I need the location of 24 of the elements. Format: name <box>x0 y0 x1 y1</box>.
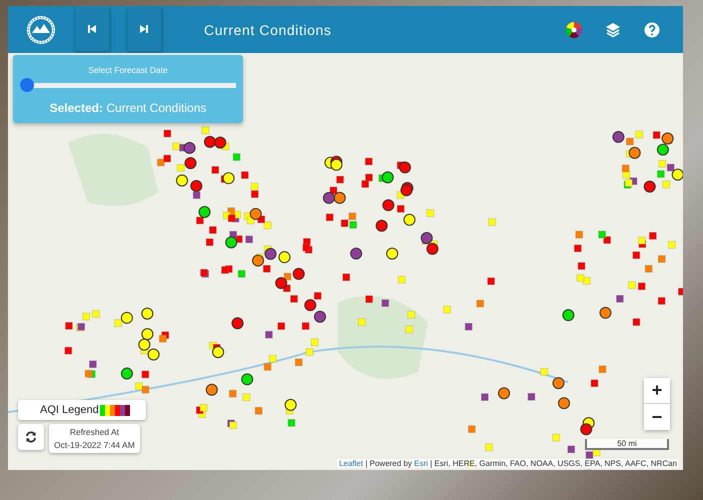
selected-text: Selected: Current Conditions <box>50 101 206 115</box>
color-wheel-icon[interactable] <box>566 22 582 38</box>
refreshed-time: Oct-19-2022 7:44 AM <box>54 440 135 450</box>
leaflet-link[interactable]: Leaflet <box>339 459 364 468</box>
refreshed-label: Refreshed At <box>70 427 119 437</box>
help-icon[interactable] <box>644 22 660 38</box>
layers-icon[interactable] <box>605 22 621 38</box>
map-area[interactable]: Select Forecast Date Selected: Current Conditions AQI Legend Refreshed At Oct-19-2022 7:44 AM + − 50 mi Leaflet | Powered by Esri | Esri, HERE, Garmin, FAO, NOAA, USGS, EPA, NPS, AAFC, NRCan <box>8 53 683 470</box>
skip-back-icon <box>87 24 97 34</box>
next-button[interactable] <box>126 6 162 50</box>
esri-link[interactable]: Esri <box>414 459 428 468</box>
refresh-icon <box>25 431 37 443</box>
zoom-in-button[interactable]: + <box>644 378 670 404</box>
zoom-out-button[interactable]: − <box>644 404 670 430</box>
page-title: Current Conditions <box>204 22 332 38</box>
previous-button[interactable] <box>74 6 110 50</box>
logo-icon <box>26 14 56 44</box>
scale-bar: 50 mi <box>585 439 669 450</box>
panel-title: Select Forecast Date <box>88 65 168 75</box>
attribution-text: Leaflet | Powered by Esri | Esri, HERE, Garmin, FAO, NOAA, USGS, EPA, NPS, AAFC, NRCan <box>337 459 679 468</box>
slider-thumb[interactable] <box>20 78 34 92</box>
legend-button[interactable]: AQI Legend <box>18 400 146 420</box>
skip-forward-icon <box>139 24 149 34</box>
refresh-button[interactable] <box>18 424 44 450</box>
